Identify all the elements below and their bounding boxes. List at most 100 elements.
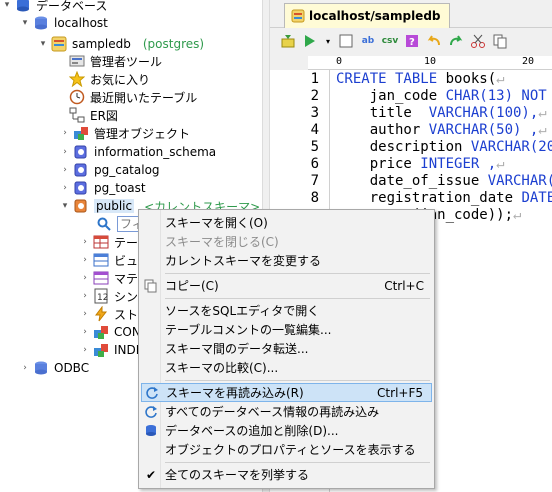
editor-tab[interactable]: localhost/sampledb xyxy=(284,3,450,28)
menu-transfer-data[interactable]: スキーマ間のデータ転送... xyxy=(141,339,432,358)
tree-label: sampledb xyxy=(72,37,131,51)
menu-open-schema[interactable]: スキーマを開く(O) xyxy=(141,213,432,232)
tree-node-constraints[interactable]: › CON xyxy=(80,323,141,341)
tree-label: public xyxy=(94,199,135,213)
run-dropdown-icon[interactable]: ▾ xyxy=(324,33,332,49)
csv-export-icon[interactable]: csv xyxy=(382,33,399,49)
abc-format-icon[interactable]: ab xyxy=(360,33,376,49)
tree-label: 管理者ツール xyxy=(90,54,163,69)
database-icon xyxy=(51,36,67,52)
reload-all-icon xyxy=(141,402,161,421)
shortcut-label: Ctrl+C xyxy=(384,278,424,293)
tree-node-admin-tools[interactable]: 管理者ツール xyxy=(56,52,162,70)
expand-arrow-icon[interactable]: › xyxy=(80,273,90,283)
cut-icon[interactable] xyxy=(470,33,486,49)
sequence-icon: 12 xyxy=(93,288,109,304)
tree-node-databases[interactable]: ▾ データベース xyxy=(2,0,107,14)
expand-arrow-icon[interactable]: › xyxy=(80,309,90,319)
menu-change-current-schema[interactable]: カレントスキーマを変更する xyxy=(141,251,432,270)
databases-icon xyxy=(15,0,31,13)
code-line: CREATE TABLE books(↵ xyxy=(336,71,505,87)
svg-text:12: 12 xyxy=(97,293,108,303)
code-line: title VARCHAR(100),↵ xyxy=(336,105,547,121)
tree-label: pg_toast xyxy=(94,181,146,195)
menu-reload-schema[interactable]: スキーマを再読み込み(R) Ctrl+F5 xyxy=(141,383,432,402)
expand-arrow-icon[interactable]: › xyxy=(60,165,70,175)
expand-arrow-icon[interactable]: › xyxy=(80,291,90,301)
menu-list-all-schemas[interactable]: ✔ 全てのスキーマを列挙する xyxy=(141,465,432,484)
menu-reload-all[interactable]: すべてのデータベース情報の再読み込み xyxy=(141,402,432,421)
reload-icon xyxy=(142,383,162,402)
menu-compare-schema[interactable]: スキーマの比較(C)... xyxy=(141,358,432,377)
menu-separator xyxy=(165,462,430,463)
run-icon[interactable] xyxy=(302,33,318,49)
tree-label: スト xyxy=(114,307,139,322)
menu-open-in-sql-editor[interactable]: ソースをSQLエディタで開く xyxy=(141,301,432,320)
line-number: 7 xyxy=(310,173,319,189)
search-icon xyxy=(96,216,112,232)
tree-label: お気に入り xyxy=(90,72,151,87)
line-number: 5 xyxy=(310,139,319,155)
database-icon xyxy=(141,421,161,440)
tree-label: CON xyxy=(114,325,141,339)
tree-label: テー xyxy=(114,235,139,250)
expand-arrow-icon[interactable]: › xyxy=(80,237,90,247)
menu-show-properties[interactable]: オブジェクトのプロパティとソースを表示する xyxy=(141,440,432,459)
tree-node-pg-toast[interactable]: › pg_toast xyxy=(60,179,146,197)
execute-icon[interactable] xyxy=(280,33,296,49)
tree-node-materialized-views[interactable]: › マテ xyxy=(80,269,138,287)
collapse-arrow-icon[interactable]: ▾ xyxy=(38,39,48,49)
collapse-arrow-icon[interactable]: ▾ xyxy=(60,201,70,211)
tree-node-favorites[interactable]: お気に入り xyxy=(56,70,150,88)
checkbox-icon[interactable] xyxy=(338,33,354,49)
menu-separator xyxy=(165,380,430,381)
undo-icon[interactable] xyxy=(426,33,442,49)
collapse-arrow-icon[interactable]: ▾ xyxy=(20,18,30,28)
menu-close-schema[interactable]: スキーマを閉じる(C) xyxy=(141,232,432,251)
tree-label: データベース xyxy=(36,0,108,13)
expand-arrow-icon[interactable]: › xyxy=(80,327,90,337)
clock-icon xyxy=(69,89,85,105)
line-number: 3 xyxy=(310,105,319,121)
index-icon xyxy=(93,342,109,358)
shortcut-label: Ctrl+F5 xyxy=(377,385,423,400)
tree-node-odbc[interactable]: › ODBC xyxy=(20,359,89,377)
redo-icon[interactable] xyxy=(448,33,464,49)
expand-arrow-icon[interactable]: › xyxy=(60,147,70,157)
tree-node-information-schema[interactable]: › information_schema xyxy=(60,143,216,161)
tree-node-sampledb[interactable]: ▾ sampledb (postgres) xyxy=(38,35,204,53)
tree-node-tables[interactable]: › テー xyxy=(80,233,138,251)
tree-node-localhost[interactable]: ▾ localhost xyxy=(20,14,108,32)
ruler-mark-0: 0 xyxy=(336,56,343,67)
menu-edit-table-comments[interactable]: テーブルコメントの一覧編集... xyxy=(141,320,432,339)
code-line: jan_code CHAR(13) NOT N xyxy=(336,88,552,104)
admin-tools-icon xyxy=(69,53,85,69)
expand-arrow-icon[interactable]: › xyxy=(60,183,70,193)
expand-arrow-icon[interactable]: › xyxy=(80,255,90,265)
tree-node-admin-objects[interactable]: › 管理オブジェクト xyxy=(60,124,190,142)
expand-arrow-icon[interactable]: › xyxy=(20,363,30,373)
tree-label: localhost xyxy=(54,16,108,30)
menu-add-remove-database[interactable]: データベースの追加と削除(D)... xyxy=(141,421,432,440)
editor-tab-bar: localhost/sampledb xyxy=(270,0,552,28)
checkmark-icon: ✔ xyxy=(145,467,157,482)
help-icon[interactable]: ? xyxy=(404,33,420,49)
code-line: description VARCHAR(200 xyxy=(336,139,552,155)
server-icon xyxy=(33,15,49,31)
tree-node-er-diagram[interactable]: ER図 xyxy=(56,106,118,124)
schema-icon xyxy=(73,198,89,214)
code-line: registration_date DATE↵ xyxy=(336,190,552,206)
svg-text:?: ? xyxy=(409,37,415,48)
tree-node-sequences[interactable]: › 12 シン xyxy=(80,287,138,305)
tree-node-indexes[interactable]: › INDE xyxy=(80,341,143,359)
tree-node-recent-tables[interactable]: 最近開いたテーブル xyxy=(56,88,197,106)
copy-icon xyxy=(141,276,161,295)
collapse-arrow-icon[interactable]: ▾ xyxy=(2,0,12,10)
tree-node-views[interactable]: › ビュ xyxy=(80,251,138,269)
expand-arrow-icon[interactable]: › xyxy=(60,128,70,138)
expand-arrow-icon[interactable]: › xyxy=(80,345,90,355)
copy-icon[interactable] xyxy=(492,33,508,49)
menu-copy[interactable]: コピー(C) Ctrl+C xyxy=(141,276,432,295)
tree-node-procedures[interactable]: › スト xyxy=(80,305,138,323)
tree-node-pg-catalog[interactable]: › pg_catalog xyxy=(60,161,159,179)
